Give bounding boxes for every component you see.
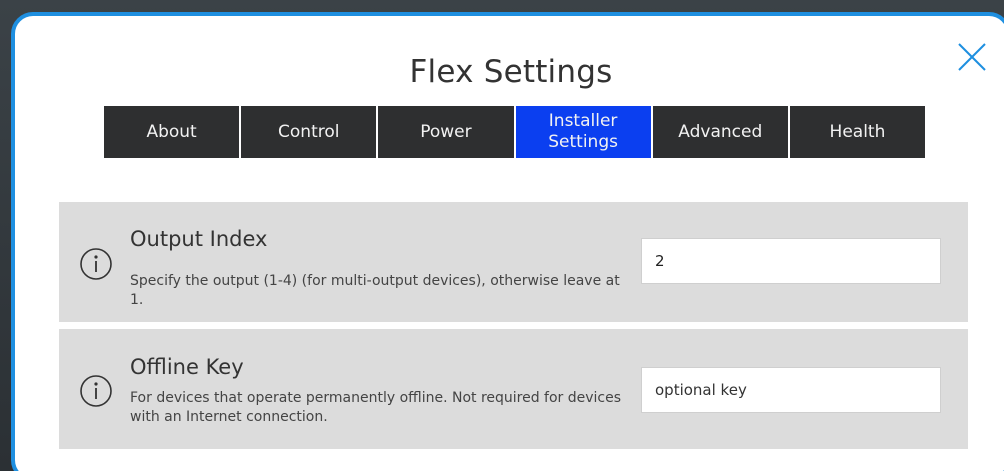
setting-title: Offline Key <box>130 355 244 379</box>
setting-row-offline-key: Offline Key For devices that operate per… <box>59 329 968 449</box>
tab-label: Power <box>420 121 472 142</box>
dialog-title: Flex Settings <box>409 54 613 90</box>
tab-label: Control <box>278 121 340 142</box>
close-button[interactable] <box>953 38 991 76</box>
tab-power[interactable]: Power <box>378 106 514 158</box>
tab-about[interactable]: About <box>104 106 240 158</box>
setting-row-output-index: Output Index Specify the output (1-4) (f… <box>59 202 968 322</box>
tab-label: Installer Settings <box>548 111 618 152</box>
offline-key-input[interactable] <box>641 367 941 413</box>
tab-label: About <box>146 121 197 142</box>
settings-tab-bar: About Control Power Installer Settings A… <box>104 106 926 158</box>
setting-description: Specify the output (1-4) (for multi-outp… <box>130 273 620 308</box>
output-index-input[interactable] <box>641 238 941 284</box>
tab-health[interactable]: Health <box>789 106 926 158</box>
tab-advanced[interactable]: Advanced <box>652 106 788 158</box>
close-icon <box>958 43 986 71</box>
setting-title: Output Index <box>130 227 268 251</box>
tab-installer-settings[interactable]: Installer Settings <box>515 106 651 158</box>
tab-label: Health <box>829 121 886 142</box>
setting-description: For devices that operate permanently off… <box>130 390 622 425</box>
flex-settings-dialog: Flex Settings About Control Power Instal… <box>11 12 1004 471</box>
tab-label: Advanced <box>678 121 763 142</box>
info-icon[interactable] <box>79 374 113 408</box>
info-icon[interactable] <box>79 247 113 281</box>
tab-control[interactable]: Control <box>241 106 377 158</box>
